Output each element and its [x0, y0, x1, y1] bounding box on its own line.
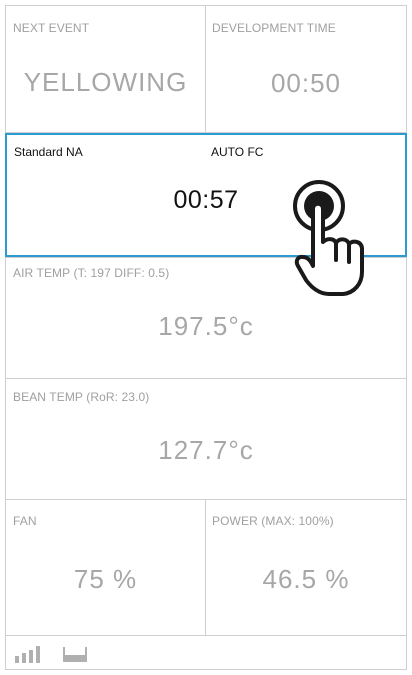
fan-label: FAN: [13, 514, 37, 528]
bean-temp-label: BEAN TEMP (RoR: 23.0): [13, 390, 150, 404]
profile-name: Standard NA: [14, 145, 83, 159]
auto-fc-mode: AUTO FC: [211, 145, 264, 159]
power-tile[interactable]: POWER (MAX: 100%) 46.5 %: [205, 499, 407, 636]
tray-icon[interactable]: [62, 645, 88, 663]
footer-bar: [5, 635, 407, 670]
fan-tile[interactable]: FAN 75 %: [5, 499, 206, 636]
bean-temp-value: 127.7°c: [158, 435, 254, 465]
development-time-value: 00:50: [270, 68, 342, 98]
bean-temp-tile[interactable]: BEAN TEMP (RoR: 23.0) 127.7°c: [5, 378, 407, 500]
fan-value: 75 %: [73, 564, 138, 594]
next-event-tile[interactable]: NEXT EVENT YELLOWING: [5, 5, 206, 133]
development-time-tile[interactable]: DEVELOPMENT TIME 00:50: [205, 5, 407, 133]
signal-bars-icon[interactable]: [15, 645, 45, 663]
power-label: POWER (MAX: 100%): [212, 514, 334, 528]
next-event-label: NEXT EVENT: [13, 21, 90, 35]
air-temp-label: AIR TEMP (T: 197 DIFF: 0.5): [13, 266, 170, 280]
power-value: 46.5 %: [262, 564, 350, 594]
development-time-label: DEVELOPMENT TIME: [212, 21, 336, 35]
air-temp-value: 197.5°c: [158, 311, 254, 341]
next-event-value: YELLOWING: [23, 67, 188, 97]
tap-gesture-hand-icon: [293, 180, 364, 296]
